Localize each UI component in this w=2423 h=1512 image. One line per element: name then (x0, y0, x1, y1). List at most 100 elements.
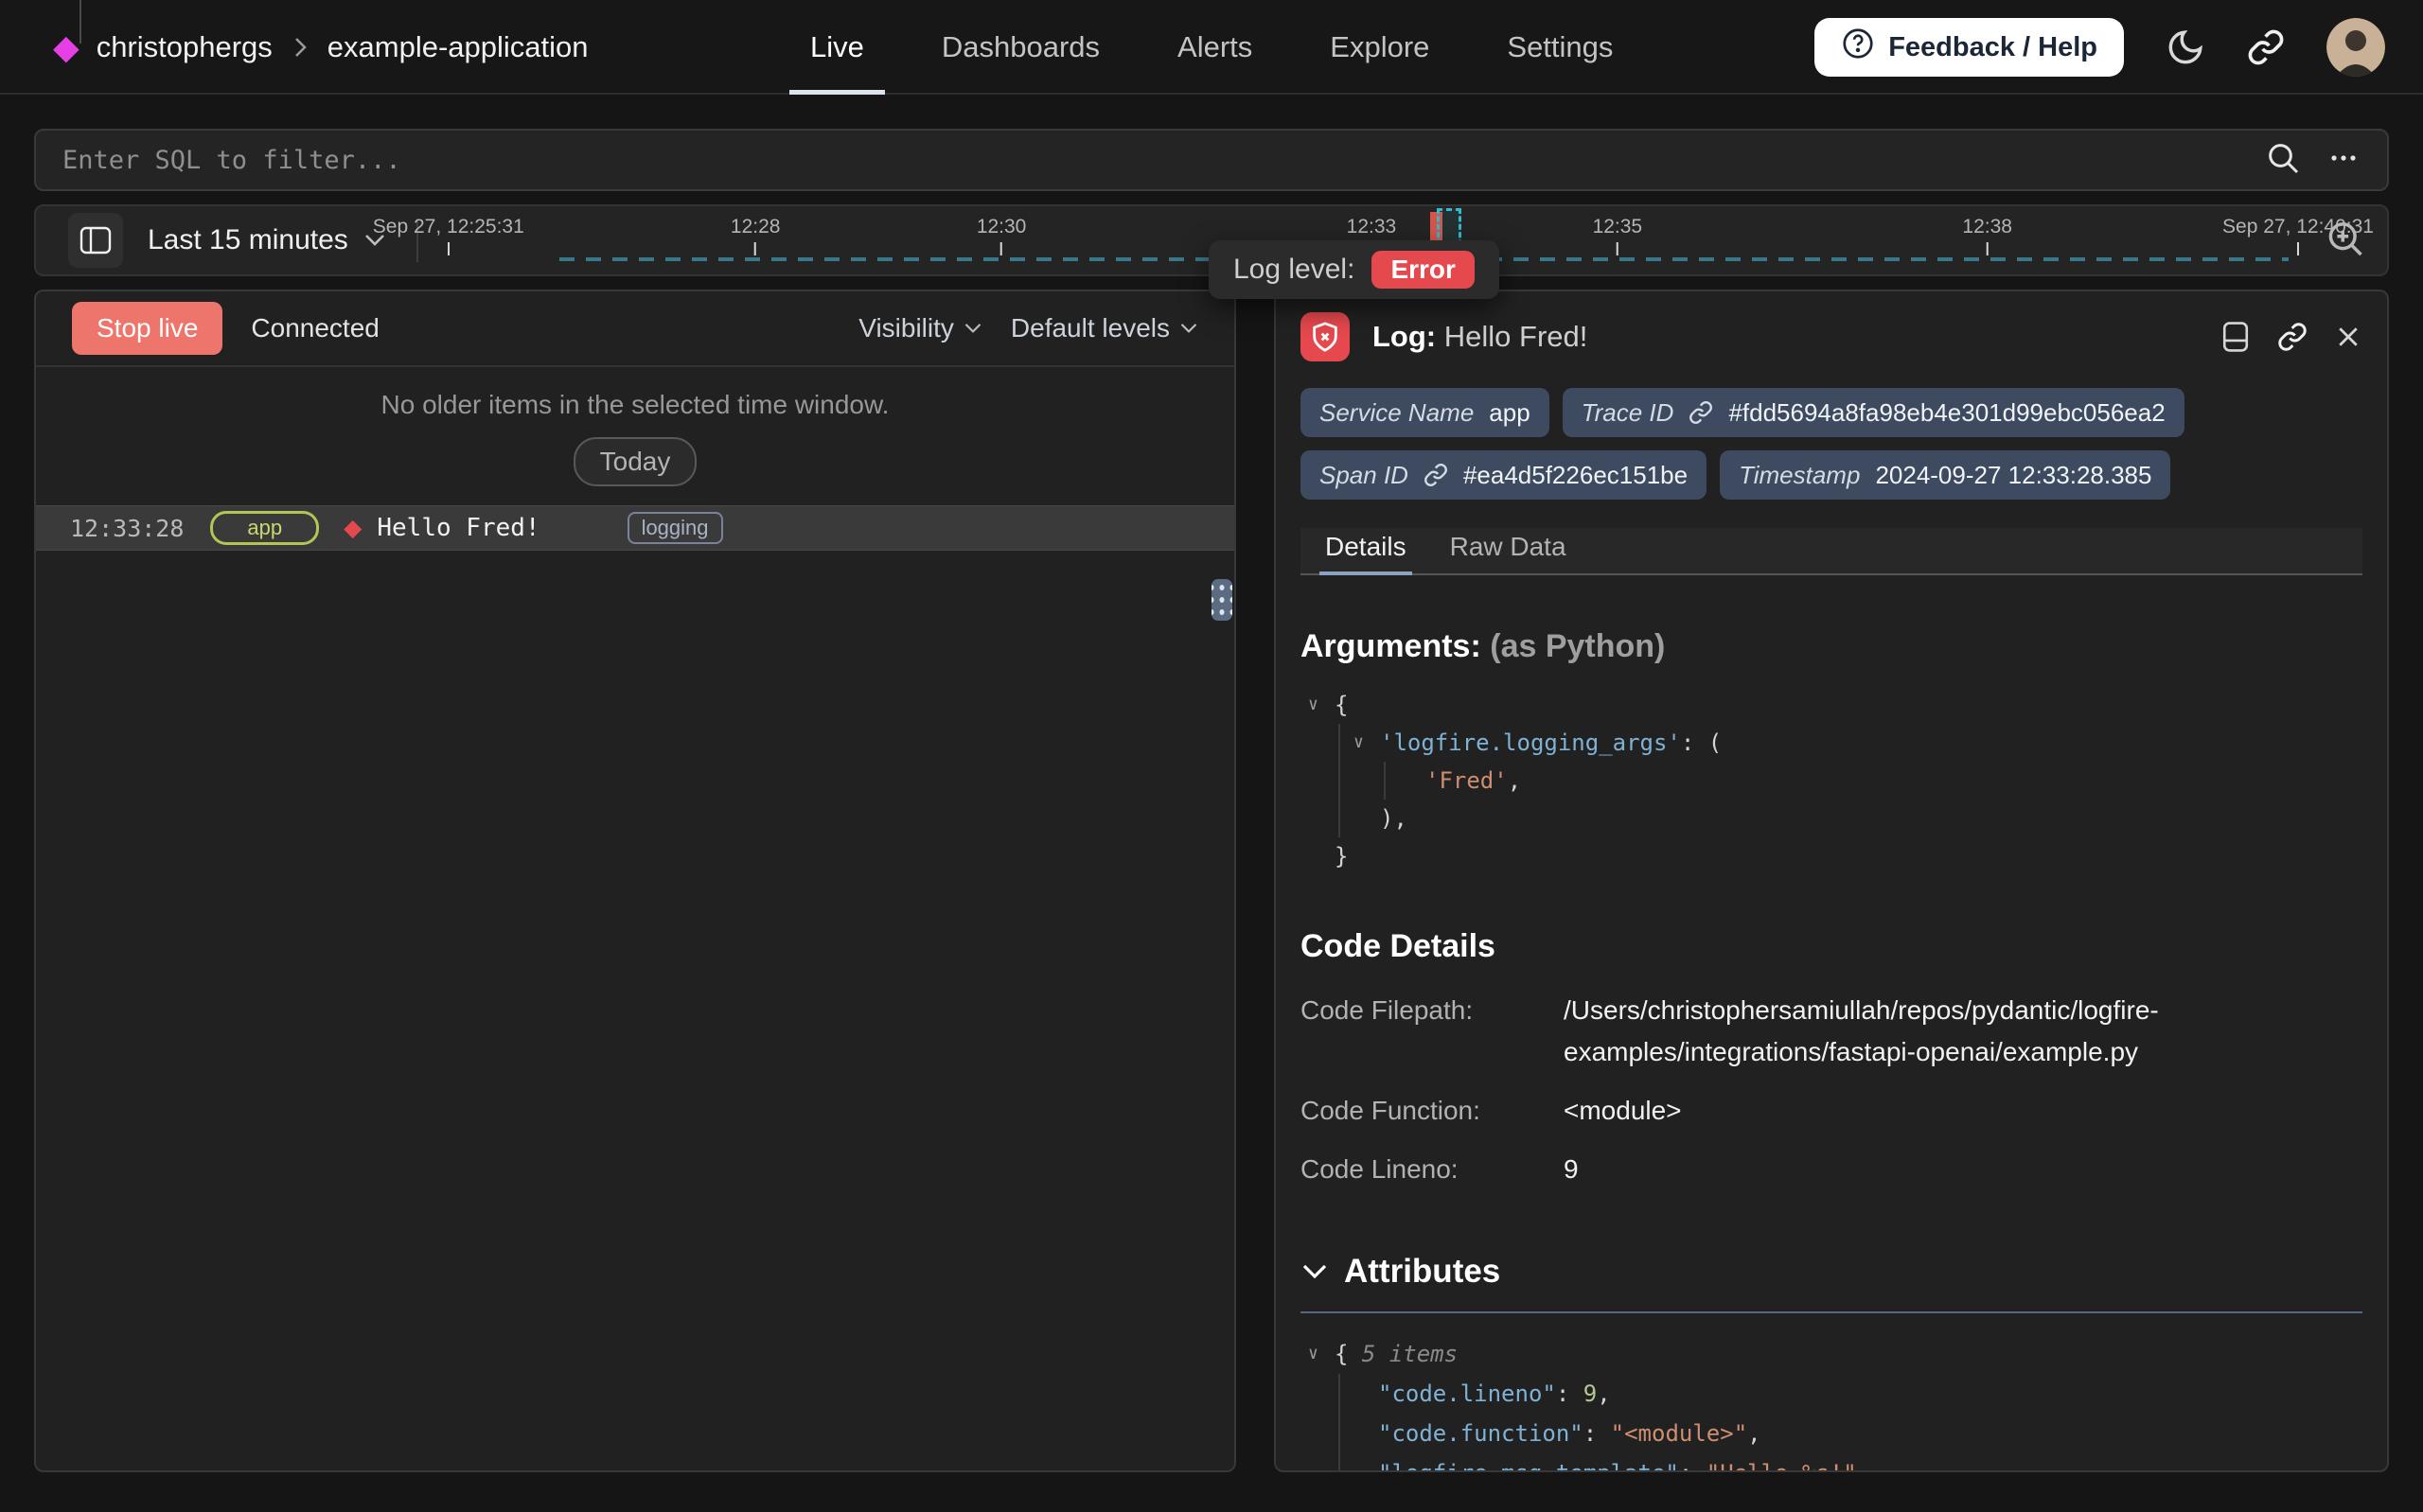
time-tick-label: 12:35 (1593, 216, 1643, 238)
code-line: ∨'logfire.logging_args': ( (1300, 724, 2362, 762)
logfire-logo-icon[interactable]: ◆ (53, 30, 80, 64)
code-line: ∨ { 5 items (1300, 1334, 2362, 1374)
code-token: 5 items (1362, 1341, 1458, 1367)
code-detail-label: Code Filepath: (1300, 990, 1564, 1073)
detail-panel: Log: Hello Fred! Service Nameapp Trace ID… (1274, 290, 2389, 1472)
arguments-heading-suffix: (as Python) (1490, 628, 1665, 664)
error-shield-icon (1300, 312, 1350, 361)
time-range-dropdown[interactable]: Last 15 minutes (148, 224, 386, 256)
error-diamond-icon: ◆ (344, 514, 362, 542)
code-token: { (1335, 1341, 1362, 1367)
code-detail-row: Code Lineno:9 (1300, 1149, 2362, 1190)
code-line: 'Fred', (1300, 762, 2362, 800)
code-detail-row: Code Function:<module> (1300, 1090, 2362, 1132)
time-range-label: Last 15 minutes (148, 224, 348, 256)
badge-value: #fdd5694a8fa98eb4e301d99ebc056ea2 (1728, 398, 2165, 428)
visibility-dropdown[interactable]: Visibility (858, 313, 982, 343)
meta-badges: Service Nameapp Trace ID#fdd5694a8fa98eb4… (1300, 388, 2362, 500)
detail-tab-raw-data[interactable]: Raw Data (1450, 532, 1566, 573)
default-levels-dropdown[interactable]: Default levels (1011, 313, 1198, 343)
tab-explore[interactable]: Explore (1330, 0, 1429, 95)
stop-live-button[interactable]: Stop live (72, 302, 222, 355)
feedback-help-button[interactable]: Feedback / Help (1814, 18, 2124, 77)
breadcrumb-org[interactable]: christophergs (97, 30, 273, 64)
panel-view-icon[interactable] (2220, 321, 2251, 353)
time-tick-mark (1000, 242, 1002, 255)
code-token: "code.function" (1378, 1420, 1583, 1447)
today-button[interactable]: Today (574, 437, 698, 486)
meta-badge-timestamp[interactable]: Timestamp2024-09-27 12:33:28.385 (1720, 450, 2170, 500)
badge-label: Span ID (1319, 461, 1408, 490)
time-tick-mark (448, 242, 450, 255)
close-icon[interactable] (2334, 323, 2362, 351)
code-detail-value: <module> (1564, 1090, 2269, 1132)
tab-dashboards[interactable]: Dashboards (942, 0, 1100, 95)
time-tick-mark (1617, 242, 1618, 255)
tab-alerts[interactable]: Alerts (1177, 0, 1252, 95)
timeline-tooltip: Log level: Error (1209, 240, 1499, 299)
breadcrumb-project[interactable]: example-application (327, 30, 589, 64)
meta-badge-trace-id[interactable]: Trace ID#fdd5694a8fa98eb4e301d99ebc056ea… (1563, 388, 2184, 437)
code-token: "<module>" (1611, 1420, 1748, 1447)
badge-value: #ea4d5f226ec151be (1463, 461, 1688, 490)
arguments-code-block: ∨{∨'logfire.logging_args': ('Fred',),} (1300, 686, 2362, 875)
code-detail-label: Code Function: (1300, 1090, 1564, 1132)
avatar[interactable] (2326, 18, 2385, 77)
scope-badge: logging (628, 512, 723, 544)
badge-value: 2024-09-27 12:33:28.385 (1875, 461, 2151, 490)
visibility-label: Visibility (858, 313, 954, 343)
sql-filter-input[interactable] (62, 146, 2264, 175)
attributes-heading[interactable]: Attributes (1300, 1253, 2362, 1291)
chevron-down-icon (964, 322, 982, 335)
collapse-chevron-icon[interactable]: ∨ (1308, 1334, 1318, 1374)
time-tick-mark (1987, 242, 1989, 255)
indent-guide (1338, 1374, 1340, 1414)
collapse-chevron-icon[interactable]: ∨ (1308, 686, 1318, 724)
code-line: "code.lineno": 9, (1300, 1374, 2362, 1414)
copy-link-icon[interactable] (2277, 322, 2308, 352)
tab-live[interactable]: Live (810, 0, 864, 95)
logo-caret-line (80, 0, 81, 44)
search-icon[interactable] (2264, 139, 2302, 182)
theme-moon-button[interactable] (2166, 27, 2205, 67)
code-line: "logfire.msg_template": "Hello %s!", (1300, 1453, 2362, 1472)
meta-badge-service-name[interactable]: Service Nameapp (1300, 388, 1549, 437)
detail-tab-details[interactable]: Details (1325, 532, 1406, 573)
sidebar-toggle-icon[interactable] (68, 213, 123, 268)
time-tick: 12:30 (977, 216, 1027, 255)
code-token: : ( (1681, 730, 1722, 756)
log-row-selected[interactable]: 12:33:28 app ◆ Hello Fred! logging (36, 505, 1234, 551)
indent-guide (1384, 762, 1386, 800)
breadcrumb-chevron-icon (290, 35, 310, 60)
time-tick: 12:28 (731, 216, 781, 255)
tab-settings[interactable]: Settings (1507, 0, 1613, 95)
chevron-down-icon (1300, 1262, 1329, 1281)
more-options-icon[interactable] (2326, 141, 2361, 180)
code-token: , (1597, 1380, 1610, 1407)
time-tick: 12:35 (1593, 216, 1643, 255)
live-feed-header: Stop live Connected Visibility Default l… (36, 291, 1234, 367)
code-token: : (1679, 1460, 1707, 1472)
meta-badge-span-id[interactable]: Span ID #ea4d5f226ec151be (1300, 450, 1707, 500)
share-link-button[interactable] (2247, 28, 2285, 66)
tooltip-error-badge: Error (1371, 251, 1474, 289)
tooltip-label: Log level: (1233, 254, 1354, 286)
top-nav: ◆ christophergs example-application Live… (0, 0, 2423, 95)
code-details-rows: Code Filepath:/Users/christophersamiulla… (1300, 990, 2362, 1190)
question-circle-icon (1841, 26, 1875, 68)
time-tick-label: Sep 27, 12:25:31 (373, 216, 524, 238)
code-detail-value: 9 (1564, 1149, 2269, 1190)
zoom-in-icon[interactable] (2325, 219, 2366, 263)
time-tick: Sep 27, 12:25:31 (373, 216, 524, 255)
log-message: Hello Fred! (377, 514, 539, 542)
code-token: , (1747, 1420, 1760, 1447)
panel-resize-handle[interactable] (1212, 579, 1232, 621)
main-panels: Stop live Connected Visibility Default l… (34, 290, 2389, 1472)
time-tick: 12:38 (1962, 216, 2012, 255)
code-token: : (1583, 1420, 1611, 1447)
code-token: "Hello %s!" (1707, 1460, 1857, 1472)
detail-header: Log: Hello Fred! (1300, 312, 2362, 361)
time-tick-label: 12:30 (977, 216, 1027, 238)
collapse-chevron-icon[interactable]: ∨ (1353, 724, 1364, 762)
link-icon (1424, 463, 1448, 487)
